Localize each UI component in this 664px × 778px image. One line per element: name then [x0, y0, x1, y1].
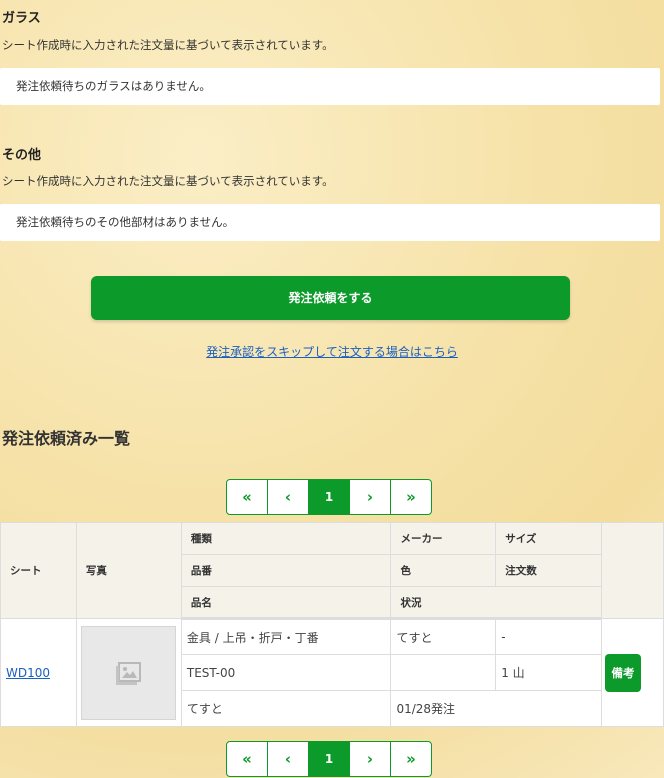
header-type: 種類 — [180, 522, 392, 555]
header-sheet: シート — [0, 522, 77, 619]
cell-qty: 1 山 — [495, 654, 603, 691]
cell-type: 金具 / 上吊・折戸・丁番 — [180, 618, 392, 655]
header-note — [601, 522, 664, 619]
header-name: 品名 — [180, 586, 392, 620]
cell-color — [390, 654, 497, 691]
cell-name: てすと — [180, 690, 392, 727]
header-maker: メーカー — [390, 522, 497, 555]
pagination-last-button[interactable]: » — [390, 479, 432, 515]
header-photo: 写真 — [75, 522, 182, 619]
ordered-items-table: シート 写真 種類 メーカー サイズ 品番 色 注文数 品名 状況 WD100 — [0, 522, 664, 727]
pagination-prev-button[interactable]: ‹ — [267, 741, 309, 777]
pagination-prev-button[interactable]: ‹ — [267, 479, 309, 515]
order-request-button[interactable]: 発注依頼をする — [91, 276, 570, 320]
cell-part-no: TEST-00 — [180, 654, 392, 691]
pagination-page-button[interactable]: 1 — [308, 741, 350, 777]
cell-status: 01/28発注 — [390, 690, 603, 727]
cell-maker: てすと — [390, 618, 497, 655]
other-section-desc: シート作成時に入力された注文量に基づいて表示されています。 — [2, 174, 334, 188]
glass-section-title: ガラス — [2, 11, 41, 26]
table-row: WD100 金具 / 上吊・折戸・丁番 てすと - 備考 — [0, 618, 664, 727]
other-empty-notice: 発注依頼待ちのその他部材はありません。 — [0, 204, 660, 241]
sheet-link[interactable]: WD100 — [6, 666, 50, 680]
ordered-list-title: 発注依頼済み一覧 — [2, 429, 131, 448]
image-placeholder-icon — [115, 661, 141, 685]
skip-approval-link-text[interactable]: 発注承認をスキップして注文する場合はこちら — [206, 345, 458, 359]
pagination-next-button[interactable]: › — [349, 741, 391, 777]
cell-sheet: WD100 — [0, 618, 77, 727]
other-section-title: その他 — [2, 148, 42, 163]
pagination-page-button[interactable]: 1 — [308, 479, 350, 515]
pagination-next-button[interactable]: › — [349, 479, 391, 515]
pagination-first-button[interactable]: « — [226, 479, 268, 515]
skip-approval-link: 発注承認をスキップして注文する場合はこちら — [0, 343, 664, 360]
header-size: サイズ — [495, 522, 603, 555]
header-part-no: 品番 — [180, 554, 392, 587]
cell-photo — [75, 618, 182, 727]
header-qty: 注文数 — [495, 554, 603, 587]
pagination-first-button[interactable]: « — [226, 741, 268, 777]
cell-size: - — [495, 618, 603, 655]
photo-placeholder — [81, 625, 177, 720]
header-color: 色 — [390, 554, 497, 587]
glass-empty-notice: 発注依頼待ちのガラスはありません。 — [0, 68, 660, 105]
note-button[interactable]: 備考 — [605, 653, 642, 692]
pagination-top: « ‹ 1 › » — [226, 479, 432, 515]
pagination-last-button[interactable]: » — [390, 741, 432, 777]
glass-section-desc: シート作成時に入力された注文量に基づいて表示されています。 — [2, 38, 334, 52]
pagination-bottom: « ‹ 1 › » — [226, 741, 432, 777]
header-status: 状況 — [390, 586, 603, 620]
cell-note: 備考 — [601, 618, 664, 727]
